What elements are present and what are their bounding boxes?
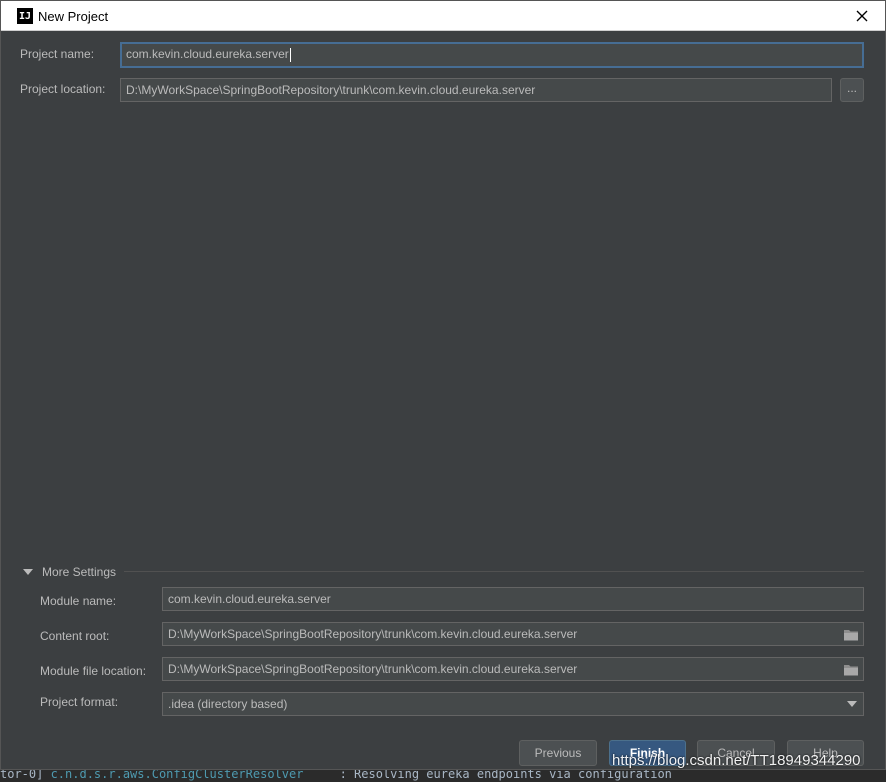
project-name-label: Project name:	[20, 47, 95, 61]
project-location-input[interactable]: D:\MyWorkSpace\SpringBootRepository\trun…	[120, 78, 832, 102]
content-root-input[interactable]: D:\MyWorkSpace\SpringBootRepository\trun…	[162, 622, 864, 646]
folder-icon[interactable]	[843, 663, 859, 677]
module-file-location-label: Module file location:	[40, 664, 147, 678]
watermark-text: https://blog.csdn.net/TT18949344290	[612, 752, 861, 769]
expand-triangle-icon	[23, 569, 33, 575]
browse-location-button[interactable]: ...	[840, 78, 864, 102]
text-caret	[289, 47, 291, 62]
module-name-input[interactable]: com.kevin.cloud.eureka.server	[162, 587, 864, 611]
module-name-label: Module name:	[40, 594, 117, 608]
previous-button[interactable]: Previous	[519, 740, 597, 766]
project-name-input[interactable]: com.kevin.cloud.eureka.server	[120, 42, 864, 68]
window-title: New Project	[38, 9, 109, 24]
more-settings-label: More Settings	[42, 565, 117, 579]
folder-icon[interactable]	[843, 628, 859, 642]
intellij-icon: IJ	[17, 8, 33, 24]
new-project-dialog: IJ New Project Project name: com.kevin.c…	[0, 0, 886, 770]
project-format-label: Project format:	[40, 695, 119, 709]
title-bar: IJ New Project	[1, 1, 885, 31]
more-settings-divider	[124, 571, 864, 572]
project-name-value: com.kevin.cloud.eureka.server	[126, 47, 289, 61]
project-location-label: Project location:	[20, 82, 106, 96]
project-format-select[interactable]: .idea (directory based)	[162, 692, 864, 716]
content-root-label: Content root:	[40, 629, 110, 643]
project-format-value: .idea (directory based)	[168, 697, 288, 711]
module-file-location-input[interactable]: D:\MyWorkSpace\SpringBootRepository\trun…	[162, 657, 864, 681]
chevron-down-icon	[847, 701, 857, 707]
close-icon[interactable]	[853, 7, 871, 25]
